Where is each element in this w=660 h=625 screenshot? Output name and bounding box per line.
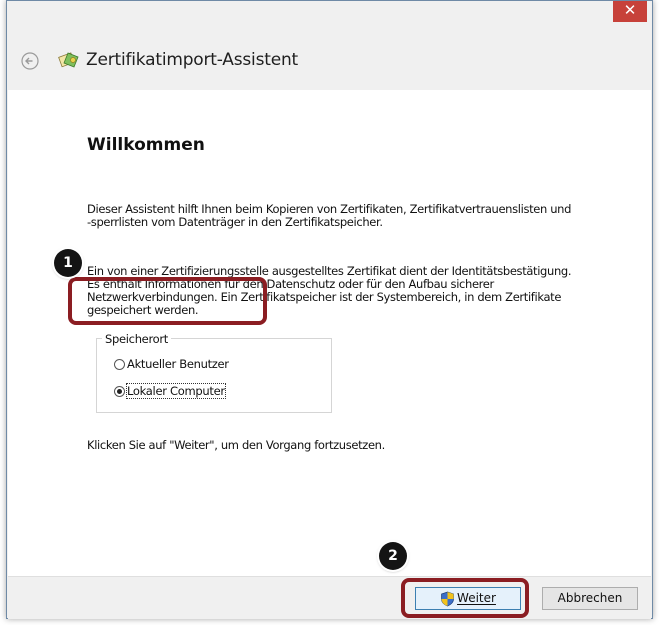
shield-icon — [441, 591, 454, 606]
next-button[interactable]: Weiter — [415, 587, 521, 610]
radio-button[interactable] — [114, 358, 125, 370]
wizard-window: ✕ Zertifikatimport-Assistent Willkommen … — [6, 0, 653, 619]
group-legend: Speicherort — [102, 332, 172, 346]
text-line: gespeichert werden. — [87, 303, 199, 317]
info-paragraph: Ein von einer Zertifizierungsstelle ausg… — [87, 265, 617, 317]
radio-label: Aktueller Benutzer — [127, 357, 229, 371]
close-button[interactable]: ✕ — [613, 1, 647, 22]
page-heading: Willkommen — [87, 135, 205, 155]
radio-button-selected[interactable] — [114, 385, 125, 397]
radio-local-computer[interactable]: Lokaler Computer — [114, 383, 226, 399]
title-bar: ✕ — [7, 1, 652, 27]
step-badge-1: 1 — [54, 249, 82, 277]
radio-label: Lokaler Computer — [126, 383, 226, 399]
content-panel: Willkommen Dieser Assistent hilft Ihnen … — [8, 90, 651, 576]
wizard-header: Zertifikatimport-Assistent — [7, 27, 652, 90]
certificate-icon — [58, 52, 79, 68]
next-button-label: Weiter — [457, 591, 496, 605]
wizard-footer: Weiter Abbrechen — [8, 576, 651, 619]
radio-current-user[interactable]: Aktueller Benutzer — [114, 356, 229, 372]
step-badge-2: 2 — [379, 542, 407, 570]
cancel-button[interactable]: Abbrechen — [542, 587, 638, 610]
text-line: -sperrlisten vom Datenträger in den Zert… — [87, 215, 383, 229]
wizard-title: Zertifikatimport-Assistent — [86, 50, 298, 70]
intro-paragraph: Dieser Assistent hilft Ihnen beim Kopier… — [87, 203, 617, 229]
store-location-group: Speicherort Aktueller Benutzer Lokaler C… — [96, 332, 332, 413]
back-arrow-icon[interactable] — [21, 52, 39, 70]
continue-hint: Klicken Sie auf "Weiter", um den Vorgang… — [87, 438, 385, 452]
